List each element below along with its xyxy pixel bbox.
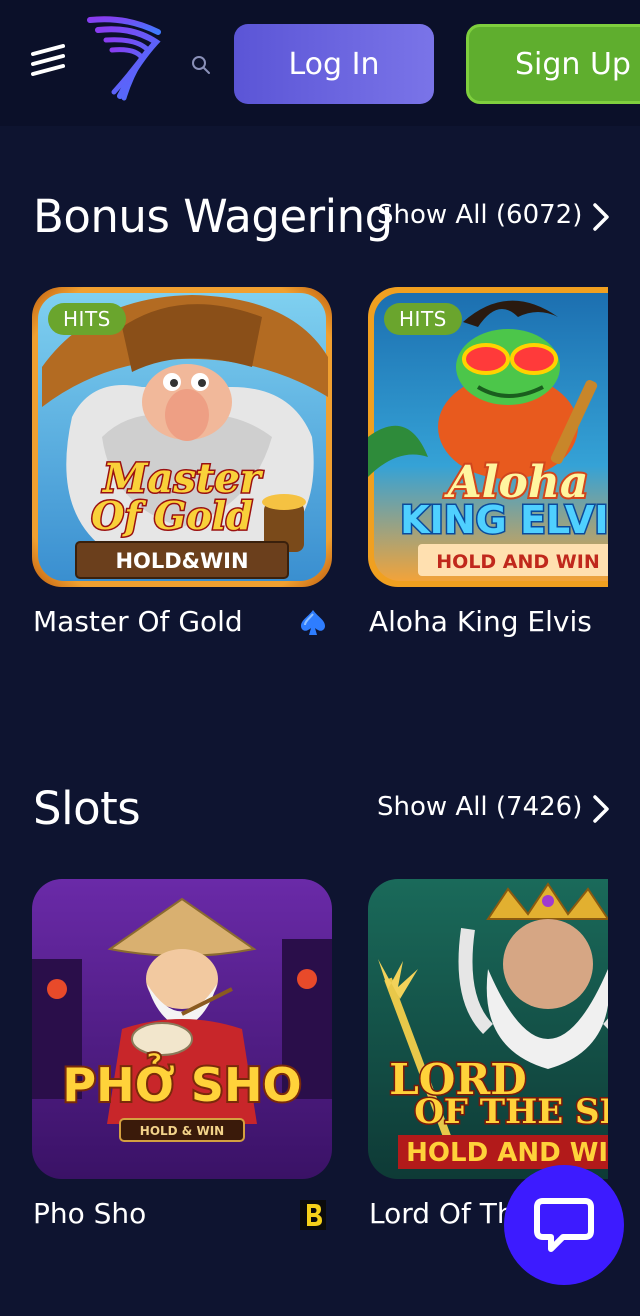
game-tile-lord-of-the-sea[interactable]: LORD OF THE SEA HOLD AND WIN	[368, 879, 608, 1179]
game-name-aloha-king-elvis[interactable]: Aloha King Elvis	[369, 605, 592, 638]
login-button[interactable]: Log In	[234, 24, 434, 104]
game-tile-master-of-gold[interactable]: Master Of Gold HOLD&WIN HITS	[32, 287, 332, 587]
game-art-lord-of-the-sea: LORD OF THE SEA HOLD AND WIN	[368, 879, 608, 1179]
signup-button[interactable]: Sign Up	[466, 24, 640, 104]
lord-art-sub: HOLD AND WIN	[406, 1138, 608, 1168]
show-all-bonus-wagering-link[interactable]: Show All (6072)	[377, 200, 582, 230]
aloha-art-sub: HOLD AND WIN	[436, 551, 599, 573]
master-of-gold-art-title-2: Of Gold	[91, 493, 252, 538]
brand-logo-icon[interactable]	[86, 14, 162, 102]
top-header: Log In Sign Up	[0, 0, 640, 126]
show-all-slots-link[interactable]: Show All (7426)	[377, 792, 582, 822]
b-logo-icon	[300, 1200, 326, 1230]
chat-bubble-icon	[534, 1198, 594, 1252]
game-art-pho-sho: PHỞ SHO HOLD & WIN	[32, 879, 332, 1179]
aloha-art-title-2: KING ELVIS	[400, 498, 608, 542]
hits-badge: HITS	[48, 303, 126, 335]
game-name-pho-sho[interactable]: Pho Sho	[33, 1197, 146, 1230]
chevron-right-icon[interactable]	[590, 202, 612, 232]
pho-sho-art-title: PHỞ SHO	[62, 1053, 301, 1112]
live-chat-button[interactable]	[504, 1165, 624, 1285]
game-name-master-of-gold[interactable]: Master Of Gold	[33, 605, 243, 638]
section-title-bonus-wagering: Bonus Wagering	[33, 190, 393, 243]
chevron-right-icon[interactable]	[590, 794, 612, 824]
spade-icon	[301, 610, 325, 635]
game-tile-aloha-king-elvis[interactable]: Aloha KING ELVIS HOLD AND WIN HITS	[368, 287, 608, 587]
master-of-gold-art-sub: HOLD&WIN	[115, 549, 248, 573]
game-tile-pho-sho[interactable]: PHỞ SHO HOLD & WIN	[32, 879, 332, 1179]
pho-sho-art-sub: HOLD & WIN	[140, 1124, 224, 1138]
lord-art-title-2: OF THE SEA	[414, 1092, 608, 1132]
game-name-lord-of-the-sea[interactable]: Lord Of Th	[369, 1197, 515, 1230]
menu-icon[interactable]	[30, 42, 68, 80]
section-title-slots: Slots	[33, 782, 141, 835]
hits-badge: HITS	[384, 303, 462, 335]
search-icon[interactable]	[190, 54, 212, 76]
